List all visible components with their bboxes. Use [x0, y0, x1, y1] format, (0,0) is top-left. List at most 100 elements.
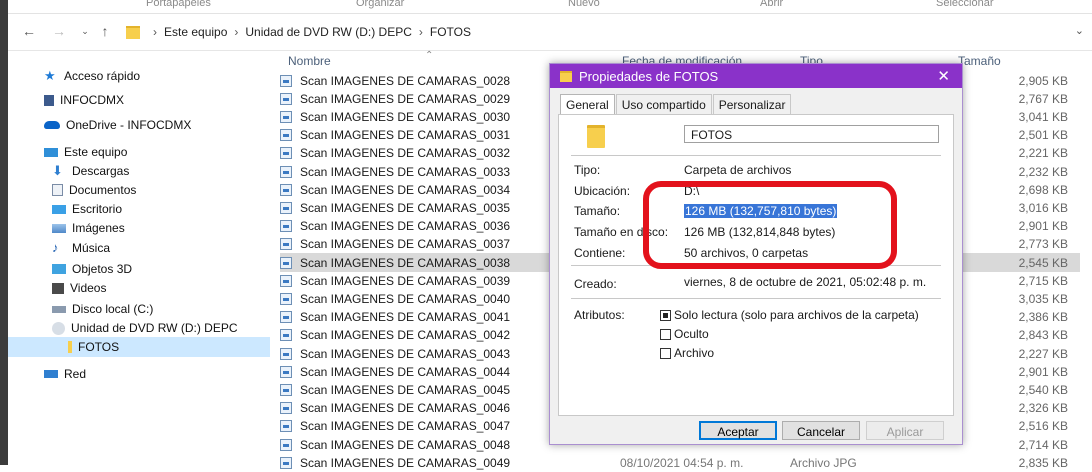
folder-name-input[interactable]: FOTOS — [684, 125, 939, 143]
properties-dialog: Propiedades de FOTOS ✕ General Uso compa… — [549, 63, 963, 445]
divider — [571, 155, 941, 156]
ribbon-group-nuevo: Nuevo — [568, 0, 600, 9]
nav-item-label: Unidad de DVD RW (D:) DEPC — [71, 321, 238, 335]
type-label: Tipo: — [574, 163, 601, 177]
breadcrumb-dvd-drive[interactable]: Unidad de DVD RW (D:) DEPC — [245, 25, 412, 39]
read-only-label: Solo lectura (solo para archivos de la c… — [674, 308, 919, 322]
nav-item-descargas[interactable]: ⬇ Descargas — [8, 161, 270, 181]
nav-item-musica[interactable]: ♪ Música — [8, 238, 270, 258]
dialog-tabs: General Uso compartido Personalizar — [560, 94, 792, 114]
file-size: 2,698 KB — [1018, 182, 1068, 197]
cancel-button[interactable]: Cancelar — [782, 421, 860, 440]
ok-button[interactable]: Aceptar — [699, 421, 777, 440]
column-header-size[interactable]: Tamaño — [958, 54, 1001, 68]
file-size: 2,715 KB — [1018, 273, 1068, 288]
recent-locations-chevron-icon[interactable]: ⌄ — [76, 22, 94, 40]
archive-label: Archivo — [674, 346, 715, 360]
nav-item-label: Disco local (C:) — [72, 302, 154, 316]
nav-item-infocdmx[interactable]: INFOCDMX — [8, 90, 270, 110]
nav-item-label: Descargas — [72, 164, 130, 178]
image-file-icon — [280, 74, 292, 87]
back-arrow-icon[interactable]: ← — [20, 22, 38, 40]
nav-item-disco-local[interactable]: Disco local (C:) — [8, 299, 270, 319]
forward-arrow-icon[interactable]: → — [50, 22, 68, 40]
nav-item-label: Videos — [70, 281, 107, 295]
file-name: Scan IMAGENES DE CAMARAS_0029 — [300, 91, 511, 106]
objects-3d-icon — [52, 264, 66, 274]
file-size: 2,326 KB — [1018, 401, 1068, 416]
image-file-icon — [280, 129, 292, 142]
file-size: 2,901 KB — [1018, 364, 1068, 379]
file-name: Scan IMAGENES DE CAMARAS_0042 — [300, 328, 511, 343]
image-file-icon — [280, 183, 292, 196]
nav-item-label: Música — [72, 241, 111, 255]
nav-item-onedrive[interactable]: OneDrive - INFOCDMX — [8, 115, 270, 135]
file-name: Scan IMAGENES DE CAMARAS_0047 — [300, 419, 511, 434]
nav-item-label: Acceso rápido — [64, 69, 141, 83]
cloud-icon — [44, 121, 60, 129]
breadcrumb-fotos[interactable]: FOTOS — [430, 25, 471, 39]
general-tab-panel: FOTOS Tipo: Carpeta de archivos Ubicació… — [558, 114, 954, 416]
nav-item-este-equipo[interactable]: Este equipo — [8, 142, 270, 162]
ribbon-group-portapapeles: Portapapeles — [146, 0, 211, 9]
hidden-checkbox[interactable] — [660, 328, 671, 340]
image-file-icon — [280, 383, 292, 396]
dialog-title-bar[interactable]: Propiedades de FOTOS ✕ — [550, 64, 962, 88]
tab-uso-compartido[interactable]: Uso compartido — [615, 94, 712, 114]
close-icon[interactable]: ✕ — [937, 67, 950, 85]
file-name: Scan IMAGENES DE CAMARAS_0033 — [300, 164, 511, 179]
tab-personalizar[interactable]: Personalizar — [712, 94, 792, 114]
column-header-name[interactable]: Nombre — [288, 54, 331, 68]
read-only-checkbox[interactable] — [660, 309, 671, 321]
nav-item-escritorio[interactable]: Escritorio — [8, 199, 270, 219]
archive-checkbox-row[interactable]: Archivo — [660, 346, 714, 360]
nav-item-label: Documentos — [69, 183, 137, 197]
file-date: 08/10/2021 04:54 p. m. — [620, 455, 744, 470]
image-file-icon — [280, 147, 292, 160]
file-name: Scan IMAGENES DE CAMARAS_0039 — [300, 273, 511, 288]
tab-general[interactable]: General — [560, 94, 615, 114]
location-value: D:\ — [684, 184, 700, 198]
nav-item-documentos[interactable]: Documentos — [8, 180, 270, 200]
breadcrumb-este-equipo[interactable]: Este equipo — [164, 25, 227, 39]
sort-ascending-icon: ⌃ — [425, 50, 434, 61]
nav-item-label: INFOCDMX — [60, 93, 124, 107]
size-value[interactable]: 126 MB (132,757,810 bytes) — [684, 204, 838, 218]
music-icon: ♪ — [52, 240, 59, 255]
file-name: Scan IMAGENES DE CAMARAS_0043 — [300, 346, 511, 361]
nav-item-label: Este equipo — [64, 145, 128, 159]
nav-item-dvd-drive[interactable]: Unidad de DVD RW (D:) DEPC — [8, 318, 270, 338]
size-label: Tamaño: — [574, 204, 621, 218]
nav-item-imagenes[interactable]: Imágenes — [8, 218, 270, 238]
nav-item-label: Escritorio — [72, 202, 123, 216]
ribbon-groups: Portapapeles Organizar Nuevo Abrir Selec… — [8, 0, 1092, 14]
address-dropdown-chevron-icon[interactable]: ⌄ — [1075, 24, 1084, 37]
dialog-buttons: Aceptar Cancelar Aplicar — [550, 421, 962, 443]
breadcrumb-separator-icon: › — [153, 25, 157, 39]
file-size: 2,905 KB — [1018, 73, 1068, 88]
desktop-icon — [52, 204, 66, 214]
hidden-checkbox-row[interactable]: Oculto — [660, 327, 709, 341]
table-row[interactable]: Scan IMAGENES DE CAMARAS_0049 08/10/2021 … — [280, 453, 1080, 472]
nav-item-objetos-3d[interactable]: Objetos 3D — [8, 259, 270, 279]
up-arrow-icon[interactable]: ↑ — [96, 22, 114, 40]
breadcrumb-separator-icon: › — [418, 25, 423, 39]
nav-item-acceso-rapido[interactable]: ★ Acceso rápido — [8, 66, 270, 86]
archive-checkbox[interactable] — [660, 347, 671, 359]
image-file-icon — [280, 274, 292, 287]
disk-icon — [52, 305, 66, 313]
apply-button[interactable]: Aplicar — [866, 421, 944, 440]
nav-item-videos[interactable]: Videos — [8, 278, 270, 298]
read-only-checkbox-row[interactable]: Solo lectura (solo para archivos de la c… — [660, 308, 919, 322]
address-box[interactable]: › Este equipo › Unidad de DVD RW (D:) DE… — [126, 21, 1066, 43]
file-name: Scan IMAGENES DE CAMARAS_0031 — [300, 128, 511, 143]
file-size: 2,835 KB — [1018, 455, 1068, 470]
breadcrumb-separator-icon: › — [234, 25, 239, 39]
file-size: 2,714 KB — [1018, 437, 1068, 452]
file-size: 2,227 KB — [1018, 346, 1068, 361]
file-name: Scan IMAGENES DE CAMARAS_0046 — [300, 401, 511, 416]
nav-item-fotos[interactable]: FOTOS — [8, 337, 270, 357]
image-file-icon — [280, 238, 292, 251]
nav-item-red[interactable]: Red — [8, 364, 270, 384]
file-size: 2,221 KB — [1018, 146, 1068, 161]
